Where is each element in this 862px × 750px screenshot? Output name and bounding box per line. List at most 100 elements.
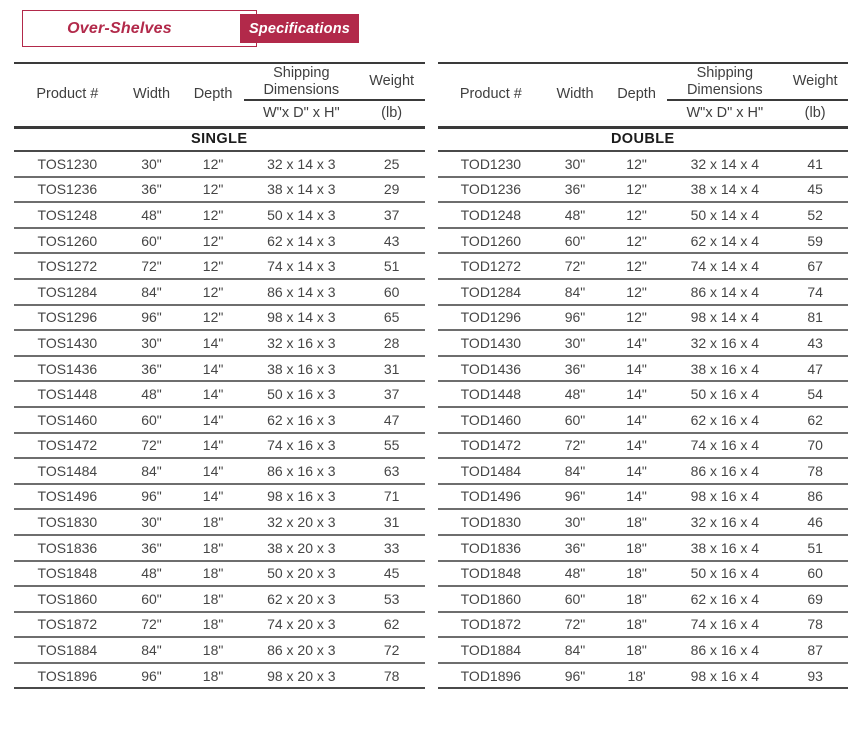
- table-cell: 36": [121, 356, 183, 382]
- category-tab: Over-Shelves: [22, 10, 257, 47]
- table-cell: 48": [121, 561, 183, 587]
- table-row: TOD143636"14"38 x 16 x 447: [438, 356, 849, 382]
- col-header-width: Width: [544, 63, 606, 127]
- table-cell: 74 x 16 x 4: [667, 612, 782, 638]
- table-cell: 18": [182, 663, 244, 689]
- table-cell: 62 x 14 x 4: [667, 228, 782, 254]
- table-cell: 71: [359, 484, 425, 510]
- table-cell: 98 x 20 x 3: [244, 663, 359, 689]
- table-cell: 36": [121, 177, 183, 203]
- table-cell: TOD1896: [438, 663, 545, 689]
- table-cell: 60: [782, 561, 848, 587]
- table-cell: 98 x 16 x 4: [667, 484, 782, 510]
- table-cell: 18": [182, 586, 244, 612]
- table-row: TOS187272"18"74 x 20 x 362: [14, 612, 425, 638]
- table-cell: 12": [182, 253, 244, 279]
- table-cell: TOS1272: [14, 253, 121, 279]
- table-cell: TOS1484: [14, 458, 121, 484]
- table-cell: 72": [544, 433, 606, 459]
- col-header-shipping-dimensions: Shipping Dimensions: [244, 63, 359, 100]
- table-row: TOD149696"14"98 x 16 x 486: [438, 484, 849, 510]
- table-cell: TOS1248: [14, 202, 121, 228]
- table-cell: 14": [182, 356, 244, 382]
- table-cell: TOD1260: [438, 228, 545, 254]
- col-header-weight: Weight: [782, 63, 848, 100]
- table-cell: 74 x 16 x 3: [244, 433, 359, 459]
- section-row: DOUBLE: [438, 127, 849, 151]
- table-row: TOS123636"12"38 x 14 x 329: [14, 177, 425, 203]
- table-row: TOD126060"12"62 x 14 x 459: [438, 228, 849, 254]
- table-cell: 63: [359, 458, 425, 484]
- table-cell: 14": [606, 356, 668, 382]
- table-cell: 14": [182, 433, 244, 459]
- table-cell: TOD1236: [438, 177, 545, 203]
- table-cell: 48": [121, 381, 183, 407]
- table-cell: 55: [359, 433, 425, 459]
- table-cell: 84": [121, 458, 183, 484]
- table-row: TOD186060"18"62 x 16 x 469: [438, 586, 849, 612]
- table-cell: 60": [544, 228, 606, 254]
- table-cell: 60: [359, 279, 425, 305]
- col-header-product: Product #: [438, 63, 545, 127]
- table-row: TOS146060"14"62 x 16 x 347: [14, 407, 425, 433]
- table-cell: 60": [121, 228, 183, 254]
- table-cell: 18": [182, 561, 244, 587]
- table-cell: TOD1230: [438, 151, 545, 177]
- table-cell: 78: [782, 612, 848, 638]
- table-row: TOD147272"14"74 x 16 x 470: [438, 433, 849, 459]
- table-cell: 72: [359, 637, 425, 663]
- table-cell: TOD1284: [438, 279, 545, 305]
- table-cell: TOD1248: [438, 202, 545, 228]
- table-cell: 18": [606, 586, 668, 612]
- table-cell: 46: [782, 509, 848, 535]
- table-cell: 30": [121, 151, 183, 177]
- table-cell: TOS1436: [14, 356, 121, 382]
- table-cell: 62 x 14 x 3: [244, 228, 359, 254]
- table-row: TOD143030"14"32 x 16 x 443: [438, 330, 849, 356]
- table-cell: TOD1448: [438, 381, 545, 407]
- table-cell: 74 x 14 x 4: [667, 253, 782, 279]
- table-cell: TOS1860: [14, 586, 121, 612]
- table-cell: 84": [121, 279, 183, 305]
- table-cell: TOD1836: [438, 535, 545, 561]
- table-cell: 74 x 20 x 3: [244, 612, 359, 638]
- table-cell: 72": [121, 253, 183, 279]
- table-cell: 74 x 16 x 4: [667, 433, 782, 459]
- table-cell: 43: [782, 330, 848, 356]
- table-cell: 84": [544, 279, 606, 305]
- section-title-double: DOUBLE: [438, 127, 849, 151]
- table-row: TOD129696"12"98 x 14 x 481: [438, 305, 849, 331]
- table-cell: 14": [606, 484, 668, 510]
- table-cell: 60": [544, 586, 606, 612]
- table-cell: 62 x 16 x 4: [667, 407, 782, 433]
- table-row: TOD128484"12"86 x 14 x 474: [438, 279, 849, 305]
- tab-specifications[interactable]: Specifications: [240, 14, 359, 43]
- table-cell: 51: [359, 253, 425, 279]
- table-cell: TOD1436: [438, 356, 545, 382]
- table-cell: 70: [782, 433, 848, 459]
- table-row: TOS184848"18"50 x 20 x 345: [14, 561, 425, 587]
- table-cell: 50 x 16 x 4: [667, 561, 782, 587]
- table-row: TOS186060"18"62 x 20 x 353: [14, 586, 425, 612]
- table-row: TOS144848"14"50 x 16 x 337: [14, 381, 425, 407]
- table-cell: 12": [606, 202, 668, 228]
- table-cell: 78: [782, 458, 848, 484]
- table-cell: 36": [121, 535, 183, 561]
- table-cell: 18": [182, 612, 244, 638]
- table-cell: 38 x 16 x 4: [667, 535, 782, 561]
- table-cell: 50 x 16 x 3: [244, 381, 359, 407]
- table-cell: 96": [544, 663, 606, 689]
- table-cell: 18": [606, 509, 668, 535]
- table-row: TOS188484"18"86 x 20 x 372: [14, 637, 425, 663]
- col-header-width: Width: [121, 63, 183, 127]
- table-cell: 62 x 16 x 4: [667, 586, 782, 612]
- spec-tables: Product # Width Depth Shipping Dimension…: [14, 62, 848, 689]
- table-cell: 86: [782, 484, 848, 510]
- table-cell: 32 x 16 x 4: [667, 330, 782, 356]
- section-title-single: SINGLE: [14, 127, 425, 151]
- table-row: TOD123030"12"32 x 14 x 441: [438, 151, 849, 177]
- table-cell: 96": [544, 305, 606, 331]
- table-cell: TOS1884: [14, 637, 121, 663]
- table-cell: 14": [182, 458, 244, 484]
- table-cell: 52: [782, 202, 848, 228]
